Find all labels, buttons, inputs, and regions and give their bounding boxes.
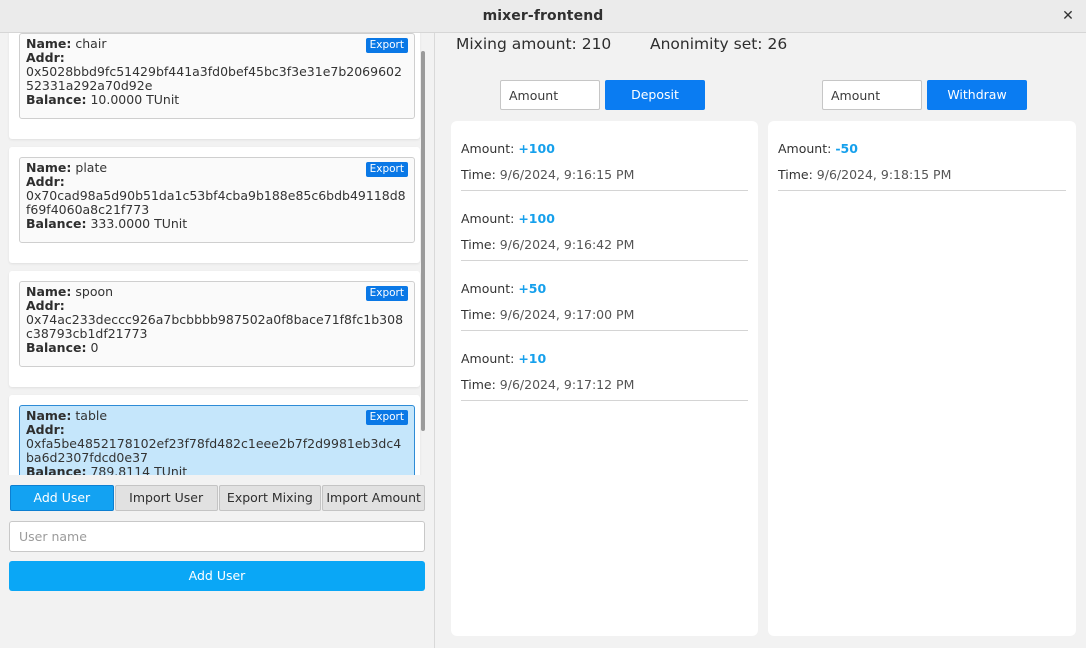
user-name: spoon xyxy=(75,284,114,299)
anonimity-set: Anonimity set: 26 xyxy=(650,35,788,53)
user-name: chair xyxy=(75,36,107,51)
time-label: Time: xyxy=(461,377,496,392)
user-list[interactable]: Name: chair Addr: 0x5028bbd9fc51429bf441… xyxy=(0,33,426,475)
addr-label: Addr: xyxy=(26,422,65,437)
deposit-amount: +50 xyxy=(518,281,547,296)
deposit-entry: Amount: +10 Time: 9/6/2024, 9:17:12 PM xyxy=(461,331,748,401)
user-name: plate xyxy=(75,160,108,175)
tab-import-amount[interactable]: Import Amount xyxy=(322,485,425,511)
tab-import-user[interactable]: Import User xyxy=(114,485,218,511)
mixing-amount: Mixing amount: 210 xyxy=(456,35,612,53)
user-balance: 789.8114 TUnit xyxy=(90,464,188,476)
tab-bar: Add User Import User Export Mixing Impor… xyxy=(10,485,425,511)
deposit-history: Amount: +100 Time: 9/6/2024, 9:16:15 PM … xyxy=(451,121,758,636)
user-address: 0x5028bbd9fc51429bf441a3fd0bef45bc3f3e31… xyxy=(26,64,402,93)
addr-label: Addr: xyxy=(26,298,65,313)
deposit-entry: Amount: +100 Time: 9/6/2024, 9:16:42 PM xyxy=(461,191,748,261)
username-input[interactable] xyxy=(9,521,425,552)
user-list-scrollbar[interactable] xyxy=(421,51,425,431)
deposit-entry: Amount: +100 Time: 9/6/2024, 9:16:15 PM xyxy=(461,121,748,191)
balance-label: Balance: xyxy=(26,464,87,476)
amount-label: Amount: xyxy=(461,141,515,156)
amount-label: Amount: xyxy=(461,281,515,296)
user-balance: 0 xyxy=(90,340,99,355)
deposit-amount: +10 xyxy=(518,351,547,366)
tab-add-user[interactable]: Add User xyxy=(10,485,114,511)
balance-label: Balance: xyxy=(26,92,87,107)
add-user-button[interactable]: Add User xyxy=(9,561,425,591)
user-address: 0x74ac233deccc926a7bcbbbb987502a0f8bace7… xyxy=(26,312,404,341)
close-icon[interactable]: ✕ xyxy=(1058,6,1078,26)
user-card: Name: table Addr: 0xfa5be4852178102ef23f… xyxy=(9,395,420,475)
time-label: Time: xyxy=(461,167,496,182)
addr-label: Addr: xyxy=(26,174,65,189)
user-card-inner[interactable]: Name: spoon Addr: 0x74ac233deccc926a7bcb… xyxy=(19,281,415,367)
deposit-amount: +100 xyxy=(518,141,555,156)
balance-label: Balance: xyxy=(26,340,87,355)
balance-label: Balance: xyxy=(26,216,87,231)
title-bar: mixer-frontend ✕ xyxy=(0,0,1086,33)
user-name: table xyxy=(75,408,108,423)
tab-export-mixing[interactable]: Export Mixing xyxy=(218,485,322,511)
user-card-inner[interactable]: Name: plate Addr: 0x70cad98a5d90b51da1c5… xyxy=(19,157,415,243)
user-balance: 333.0000 TUnit xyxy=(90,216,188,231)
name-label: Name: xyxy=(26,160,72,175)
user-balance: 10.0000 TUnit xyxy=(90,92,180,107)
withdraw-history: Amount: -50 Time: 9/6/2024, 9:18:15 PM xyxy=(768,121,1076,636)
withdraw-amount-input[interactable] xyxy=(822,80,922,110)
deposit-entry: Amount: +50 Time: 9/6/2024, 9:17:00 PM xyxy=(461,261,748,331)
name-label: Name: xyxy=(26,284,72,299)
export-button[interactable]: Export xyxy=(365,410,408,425)
deposit-amount: +100 xyxy=(518,211,555,226)
deposit-time: 9/6/2024, 9:17:00 PM xyxy=(499,307,635,322)
user-address: 0x70cad98a5d90b51da1c53bf4cba9b188e85c6b… xyxy=(26,188,406,217)
time-label: Time: xyxy=(461,237,496,252)
deposit-amount-input[interactable] xyxy=(500,80,600,110)
amount-label: Amount: xyxy=(461,351,515,366)
time-label: Time: xyxy=(778,167,813,182)
addr-label: Addr: xyxy=(26,50,65,65)
user-card-inner[interactable]: Name: chair Addr: 0x5028bbd9fc51429bf441… xyxy=(19,33,415,119)
export-button[interactable]: Export xyxy=(365,38,408,53)
left-panel: Name: chair Addr: 0x5028bbd9fc51429bf441… xyxy=(0,33,435,648)
window-title: mixer-frontend xyxy=(482,8,604,24)
user-card: Name: plate Addr: 0x70cad98a5d90b51da1c5… xyxy=(9,147,420,263)
withdraw-amount: -50 xyxy=(835,141,858,156)
export-button[interactable]: Export xyxy=(365,286,408,301)
withdraw-button[interactable]: Withdraw xyxy=(927,80,1027,110)
withdraw-entry: Amount: -50 Time: 9/6/2024, 9:18:15 PM xyxy=(778,121,1066,191)
withdraw-time: 9/6/2024, 9:18:15 PM xyxy=(816,167,952,182)
deposit-time: 9/6/2024, 9:16:42 PM xyxy=(499,237,635,252)
name-label: Name: xyxy=(26,408,72,423)
user-address: 0xfa5be4852178102ef23f78fd482c1eee2b7f2d… xyxy=(26,436,402,465)
user-card: Name: chair Addr: 0x5028bbd9fc51429bf441… xyxy=(9,33,420,139)
time-label: Time: xyxy=(461,307,496,322)
user-card-selected[interactable]: Name: table Addr: 0xfa5be4852178102ef23f… xyxy=(19,405,415,475)
deposit-time: 9/6/2024, 9:17:12 PM xyxy=(499,377,635,392)
user-card: Name: spoon Addr: 0x74ac233deccc926a7bcb… xyxy=(9,271,420,387)
amount-label: Amount: xyxy=(461,211,515,226)
deposit-button[interactable]: Deposit xyxy=(605,80,705,110)
mixing-stats: Mixing amount: 210 Anonimity set: 26 xyxy=(456,35,787,55)
name-label: Name: xyxy=(26,36,72,51)
export-button[interactable]: Export xyxy=(365,162,408,177)
amount-label: Amount: xyxy=(778,141,832,156)
deposit-time: 9/6/2024, 9:16:15 PM xyxy=(499,167,635,182)
